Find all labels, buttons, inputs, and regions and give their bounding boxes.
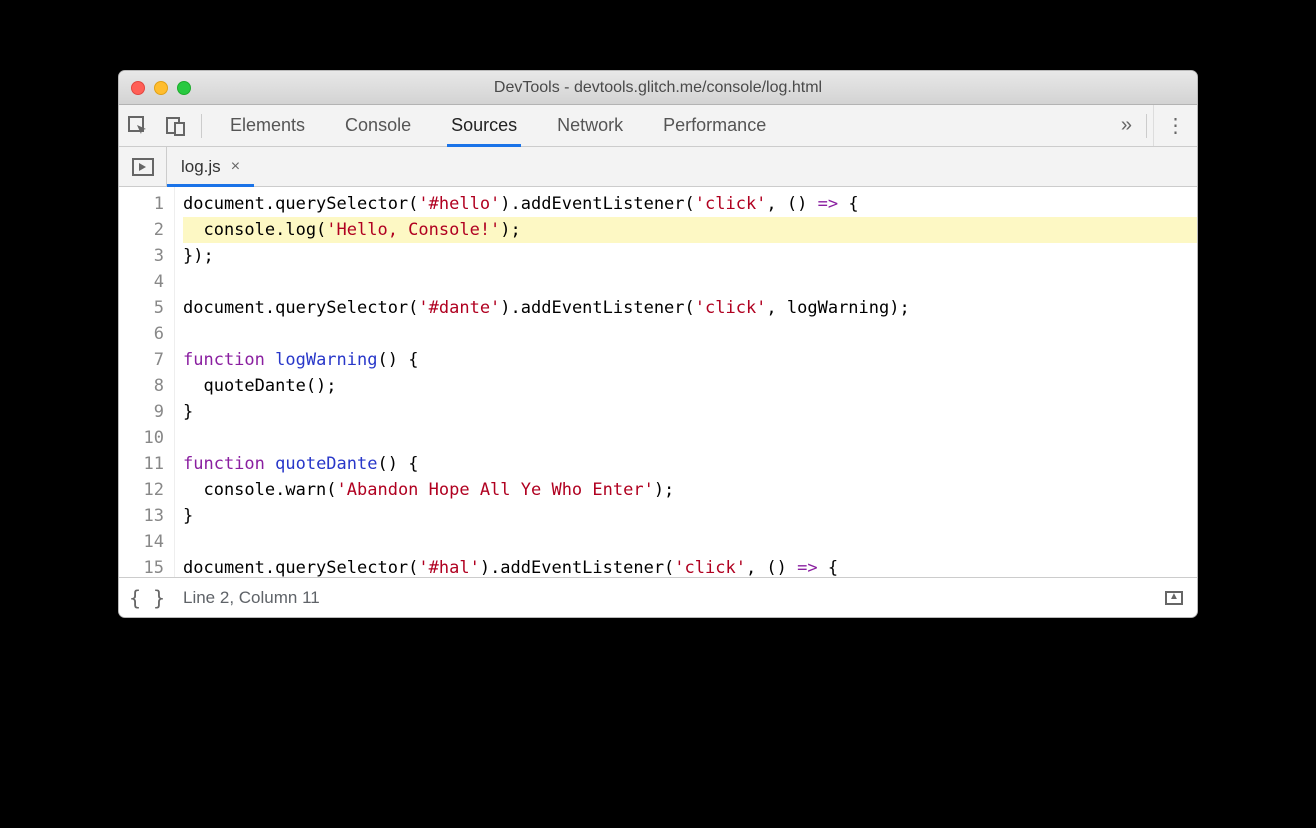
- code-line[interactable]: document.querySelector('#hal').addEventL…: [183, 555, 1197, 577]
- code-line[interactable]: }: [183, 399, 1197, 425]
- drawer-icon: [1165, 591, 1183, 605]
- tab-elements[interactable]: Elements: [230, 105, 305, 146]
- code-line[interactable]: document.querySelector('#hello').addEven…: [183, 191, 1197, 217]
- source-editor[interactable]: 123456789101112131415 document.querySele…: [119, 187, 1197, 577]
- code-line[interactable]: [183, 321, 1197, 347]
- line-number[interactable]: 5: [119, 295, 164, 321]
- line-number[interactable]: 2: [119, 217, 164, 243]
- line-number[interactable]: 4: [119, 269, 164, 295]
- line-number[interactable]: 15: [119, 555, 164, 577]
- window-close-button[interactable]: [131, 81, 145, 95]
- code-line[interactable]: function quoteDante() {: [183, 451, 1197, 477]
- line-number[interactable]: 8: [119, 373, 164, 399]
- code-line[interactable]: });: [183, 243, 1197, 269]
- file-tab-label: log.js: [181, 157, 221, 177]
- file-tab-logjs[interactable]: log.js ×: [167, 147, 254, 186]
- line-number[interactable]: 9: [119, 399, 164, 425]
- code-line[interactable]: [183, 269, 1197, 295]
- line-number[interactable]: 3: [119, 243, 164, 269]
- window-titlebar: DevTools - devtools.glitch.me/console/lo…: [119, 71, 1197, 105]
- toolbar-separator: [201, 114, 202, 138]
- toolbar-separator: [1146, 114, 1147, 138]
- line-number[interactable]: 7: [119, 347, 164, 373]
- code-line[interactable]: document.querySelector('#dante').addEven…: [183, 295, 1197, 321]
- line-number[interactable]: 13: [119, 503, 164, 529]
- code-line[interactable]: console.log('Hello, Console!');: [183, 217, 1197, 243]
- more-tabs-button[interactable]: »: [1109, 114, 1140, 137]
- line-number[interactable]: 11: [119, 451, 164, 477]
- tab-network[interactable]: Network: [557, 105, 623, 146]
- cursor-position: Line 2, Column 11: [175, 588, 320, 608]
- settings-menu-button[interactable]: ⋮: [1153, 105, 1197, 146]
- tab-console[interactable]: Console: [345, 105, 411, 146]
- editor-status-bar: { } Line 2, Column 11: [119, 577, 1197, 617]
- navigator-toggle-icon[interactable]: [119, 147, 167, 186]
- line-number[interactable]: 12: [119, 477, 164, 503]
- code-line[interactable]: [183, 529, 1197, 555]
- code-line[interactable]: quoteDante();: [183, 373, 1197, 399]
- console-drawer-toggle[interactable]: [1165, 591, 1197, 605]
- line-number[interactable]: 1: [119, 191, 164, 217]
- close-tab-icon[interactable]: ×: [231, 158, 240, 176]
- line-number[interactable]: 14: [119, 529, 164, 555]
- main-toolbar: Elements Console Sources Network Performance…: [119, 105, 1197, 147]
- line-number[interactable]: 6: [119, 321, 164, 347]
- window-title: DevTools - devtools.glitch.me/console/lo…: [119, 79, 1197, 97]
- line-number-gutter[interactable]: 123456789101112131415: [119, 187, 175, 577]
- window-minimize-button[interactable]: [154, 81, 168, 95]
- code-line[interactable]: }: [183, 503, 1197, 529]
- inspect-element-icon[interactable]: [119, 105, 157, 146]
- tab-performance[interactable]: Performance: [663, 105, 766, 146]
- device-toolbar-icon[interactable]: [157, 105, 195, 146]
- source-file-tabbar: log.js ×: [119, 147, 1197, 187]
- window-maximize-button[interactable]: [177, 81, 191, 95]
- code-line[interactable]: function logWarning() {: [183, 347, 1197, 373]
- traffic-lights: [119, 81, 191, 95]
- line-number[interactable]: 10: [119, 425, 164, 451]
- tab-sources[interactable]: Sources: [451, 105, 517, 146]
- main-tabs: Elements Console Sources Network Performance: [208, 105, 766, 146]
- code-area[interactable]: document.querySelector('#hello').addEven…: [175, 187, 1197, 577]
- code-line[interactable]: console.warn('Abandon Hope All Ye Who En…: [183, 477, 1197, 503]
- devtools-window: DevTools - devtools.glitch.me/console/lo…: [118, 70, 1198, 618]
- code-line[interactable]: [183, 425, 1197, 451]
- pretty-print-icon[interactable]: { }: [119, 586, 175, 610]
